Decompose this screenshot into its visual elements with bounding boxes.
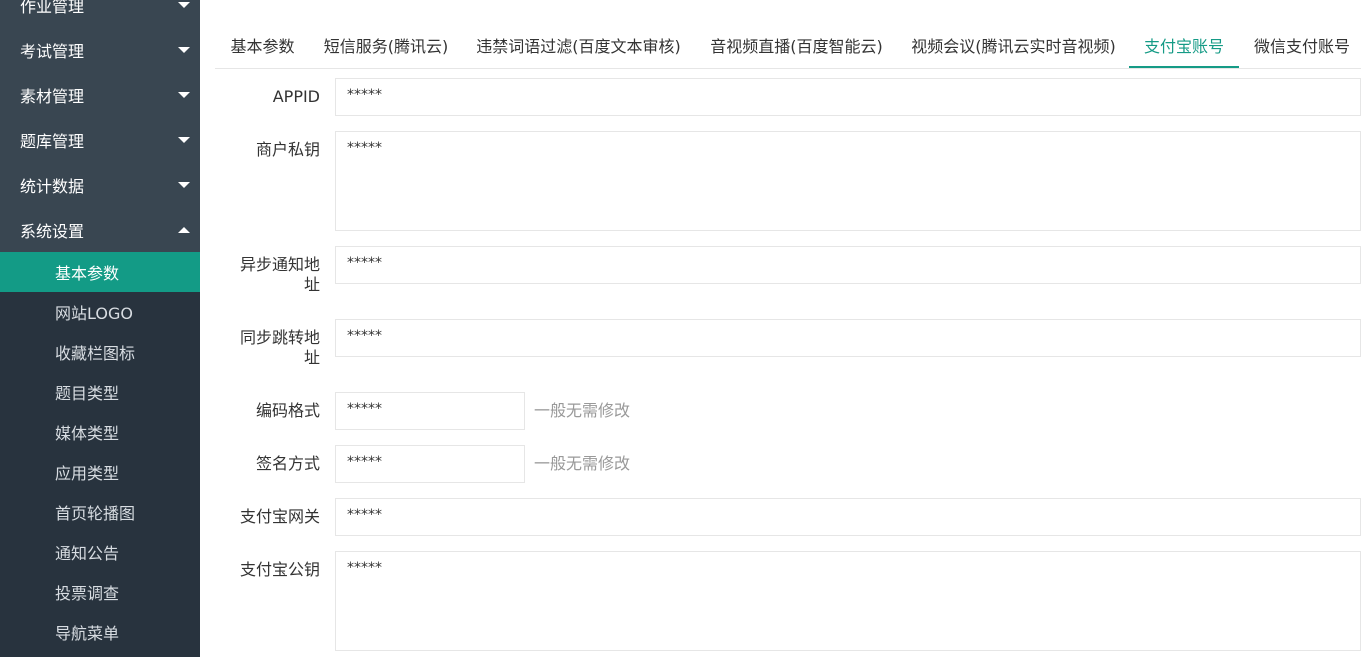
return-url-input[interactable]: *****: [335, 319, 1361, 357]
notify-url-value: *****: [347, 255, 382, 271]
gateway-input[interactable]: *****: [335, 498, 1361, 536]
chevron-down-icon: [178, 1, 190, 8]
tab-video-conference[interactable]: 视频会议(腾讯云实时音视频): [898, 28, 1129, 66]
sidebar-subitem-carousel[interactable]: 首页轮播图: [0, 492, 200, 532]
charset-input[interactable]: *****: [335, 392, 525, 430]
sidebar-subitem-label: 应用类型: [55, 464, 120, 483]
sidebar-item-materials[interactable]: 素材管理: [0, 72, 200, 117]
appid-input[interactable]: *****: [335, 78, 1361, 116]
sidebar-subitem-label: 题目类型: [55, 384, 120, 403]
chevron-up-icon: [178, 226, 190, 233]
sidebar-item-homework[interactable]: 作业管理: [0, 0, 200, 27]
sidebar-subitem-label: 媒体类型: [55, 424, 120, 443]
private-key-label: 商户私钥: [255, 140, 320, 159]
sidebar-subitem-notices[interactable]: 通知公告: [0, 532, 200, 572]
sidebar-subitem-label: 导航菜单: [55, 624, 120, 643]
tab-alipay-account[interactable]: 支付宝账号: [1129, 28, 1239, 68]
sign-type-hint: 一般无需修改: [534, 454, 631, 473]
sidebar-item-label: 作业管理: [20, 0, 85, 16]
return-url-label: 同步跳转地址: [239, 328, 320, 367]
tab-sms-service[interactable]: 短信服务(腾讯云): [310, 28, 462, 66]
sign-type-input[interactable]: *****: [335, 445, 525, 483]
gateway-value: *****: [347, 507, 382, 523]
sidebar-subitem-app-types[interactable]: 应用类型: [0, 452, 200, 492]
appid-label: APPID: [272, 87, 320, 106]
charset-label: 编码格式: [255, 401, 320, 420]
public-key-textarea[interactable]: *****: [335, 551, 1361, 651]
sidebar-subitem-label: 投票调查: [55, 584, 120, 603]
sidebar-subitem-label: 首页轮播图: [55, 504, 136, 523]
notify-url-input[interactable]: *****: [335, 246, 1361, 284]
sidebar-item-statistics[interactable]: 统计数据: [0, 162, 200, 207]
return-url-value: *****: [347, 328, 382, 344]
tab-wechat-pay-account[interactable]: 微信支付账号: [1239, 28, 1361, 66]
private-key-value: *****: [347, 140, 382, 156]
sidebar-item-label: 系统设置: [20, 221, 85, 241]
gateway-label: 支付宝网关: [239, 507, 320, 526]
sign-type-value: *****: [347, 454, 382, 470]
sidebar-main-menu: 作业管理 考试管理 素材管理 题库管理 统计数据 系统设置: [0, 0, 200, 252]
sidebar-subitem-site-logo[interactable]: 网站LOGO: [0, 292, 200, 332]
sidebar-item-system-settings[interactable]: 系统设置: [0, 207, 200, 252]
sidebar-subitem-question-types[interactable]: 题目类型: [0, 372, 200, 412]
sidebar-subitem-nav-menu[interactable]: 导航菜单: [0, 612, 200, 652]
sidebar: 作业管理 考试管理 素材管理 题库管理 统计数据 系统设置 基本参数 网站LOG…: [0, 0, 200, 657]
tab-word-filter[interactable]: 违禁词语过滤(百度文本审核): [462, 28, 695, 66]
sidebar-item-label: 题库管理: [20, 131, 85, 151]
chevron-down-icon: [178, 91, 190, 98]
sidebar-item-label: 统计数据: [20, 176, 85, 196]
public-key-label: 支付宝公钥: [239, 560, 320, 579]
charset-value: *****: [347, 401, 382, 417]
chevron-down-icon: [178, 46, 190, 53]
charset-hint: 一般无需修改: [534, 401, 631, 420]
settings-tabs: 基本参数 短信服务(腾讯云) 违禁词语过滤(百度文本审核) 音视频直播(百度智能…: [215, 28, 1361, 69]
sidebar-subitem-label: 网站LOGO: [55, 304, 133, 323]
tab-live-streaming[interactable]: 音视频直播(百度智能云): [695, 28, 898, 66]
sign-type-label: 签名方式: [255, 454, 320, 473]
sidebar-item-exam[interactable]: 考试管理: [0, 27, 200, 72]
sidebar-item-label: 素材管理: [20, 86, 85, 106]
notify-url-label: 异步通知地址: [239, 255, 320, 294]
private-key-textarea[interactable]: *****: [335, 131, 1361, 231]
sidebar-subitem-label: 通知公告: [55, 544, 120, 563]
sidebar-item-label: 考试管理: [20, 41, 85, 61]
public-key-value: *****: [347, 560, 382, 576]
sidebar-subitem-media-types[interactable]: 媒体类型: [0, 412, 200, 452]
chevron-down-icon: [178, 136, 190, 143]
chevron-down-icon: [178, 181, 190, 188]
sidebar-item-question-bank[interactable]: 题库管理: [0, 117, 200, 162]
sidebar-subitem-favicon[interactable]: 收藏栏图标: [0, 332, 200, 372]
sidebar-subitem-polls[interactable]: 投票调查: [0, 572, 200, 612]
sidebar-subitem-label: 基本参数: [55, 264, 120, 283]
tab-basic-params[interactable]: 基本参数: [215, 28, 310, 66]
sidebar-subitem-basic-params[interactable]: 基本参数: [0, 252, 200, 292]
appid-value: *****: [347, 87, 382, 103]
sidebar-subitem-label: 收藏栏图标: [55, 344, 136, 363]
